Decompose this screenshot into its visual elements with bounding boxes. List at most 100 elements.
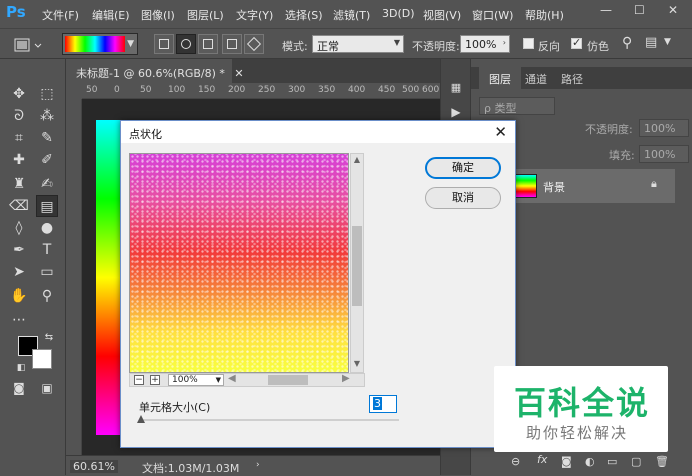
trash-icon[interactable]: 🗑︎: [655, 455, 669, 468]
tab-document[interactable]: 未标题-1 @ 60.6%(RGB/8) * ✕: [66, 59, 244, 83]
gradient-swatch: [65, 36, 125, 52]
gradient-tool-icon: [14, 38, 42, 52]
zoom-tool-icon[interactable]: ⚲: [36, 285, 58, 307]
stamp-tool-icon[interactable]: ♜: [8, 173, 30, 195]
scroll-right-icon[interactable]: ▶: [342, 373, 350, 384]
swap-colors-icon[interactable]: ⇆: [38, 327, 60, 349]
menu-select[interactable]: 选择(S): [285, 7, 323, 23]
tab-paths[interactable]: 路径: [551, 67, 593, 89]
zoom-in-button[interactable]: +: [150, 375, 160, 385]
scroll-down-icon[interactable]: ▼: [352, 359, 362, 371]
type-tool-icon[interactable]: T: [36, 239, 58, 261]
eraser-tool-icon[interactable]: ⌫: [8, 195, 30, 217]
gradient-tool-icon[interactable]: ▤: [36, 195, 58, 217]
ok-button[interactable]: 确定: [425, 157, 501, 179]
close-icon[interactable]: ✕: [494, 123, 507, 141]
healing-brush-icon[interactable]: ✚: [8, 149, 30, 171]
menu-image[interactable]: 图像(I): [141, 7, 175, 23]
horizontal-ruler: 50 0 50 100 150 200 250 300 350 400 450 …: [82, 83, 440, 99]
document-info: 文档:1.03M/1.03M: [142, 462, 240, 475]
chevron-right-icon[interactable]: ›: [256, 460, 260, 470]
move-tool-icon[interactable]: ✥: [8, 83, 30, 105]
dodge-tool-icon[interactable]: ●: [36, 217, 58, 239]
chevron-down-icon[interactable]: ▼: [664, 37, 671, 47]
scroll-thumb[interactable]: [352, 226, 362, 306]
filter-preview[interactable]: [129, 153, 349, 373]
radial-gradient-button[interactable]: [176, 34, 196, 54]
gradient-picker[interactable]: ▼: [62, 33, 138, 55]
horizontal-scroll-thumb[interactable]: [268, 375, 308, 385]
close-icon[interactable]: ✕: [234, 67, 243, 80]
minimize-button[interactable]: —: [600, 3, 612, 17]
menu-help[interactable]: 帮助(H): [525, 7, 564, 23]
eyedropper-icon[interactable]: ✎: [36, 127, 58, 149]
magic-wand-icon[interactable]: ⁂: [36, 105, 58, 127]
new-layer-icon[interactable]: ▢: [631, 455, 641, 468]
reverse-checkbox[interactable]: [523, 38, 534, 49]
linear-gradient-button[interactable]: [154, 34, 174, 54]
cell-size-slider[interactable]: [137, 415, 399, 423]
layer-thumbnail: [515, 174, 537, 198]
quick-mask-icon[interactable]: ◙: [8, 377, 30, 399]
workspace-icon[interactable]: ▤: [645, 35, 657, 50]
menu-type[interactable]: 文字(Y): [236, 7, 273, 23]
panel-tabs: 图层 通道 路径: [471, 67, 692, 89]
menu-layer[interactable]: 图层(L): [187, 7, 224, 23]
layer-filter-select[interactable]: ρ 类型: [479, 97, 555, 115]
reflected-gradient-button[interactable]: [222, 34, 242, 54]
adjustment-icon[interactable]: ◐: [585, 455, 595, 468]
blur-tool-icon[interactable]: ◊: [8, 217, 30, 239]
watermark-title: 百科全说: [514, 384, 651, 422]
zoom-level[interactable]: 60.61%: [70, 460, 118, 473]
dither-checkbox[interactable]: [571, 36, 582, 49]
mask-icon[interactable]: ◙: [561, 455, 572, 468]
fill-input[interactable]: 100%: [639, 145, 689, 163]
menu-file[interactable]: 文件(F): [42, 7, 79, 23]
close-window-button[interactable]: ✕: [668, 3, 678, 17]
cell-size-input[interactable]: 3: [369, 395, 397, 413]
tool-preset-picker[interactable]: [8, 34, 46, 54]
fx-icon[interactable]: fx: [537, 453, 547, 466]
menu-view[interactable]: 视图(V): [423, 7, 461, 23]
opacity-input[interactable]: 100% ›: [460, 35, 510, 53]
brush-tool-icon[interactable]: ✐: [36, 149, 58, 171]
preview-zoom-select[interactable]: 100% ▼: [168, 374, 224, 386]
preview-horizontal-bar: − + 100% ▼ ◀ ▶: [129, 373, 365, 387]
diamond-gradient-button[interactable]: [244, 34, 264, 54]
mode-select[interactable]: 正常 ▼: [312, 35, 404, 53]
menu-edit[interactable]: 编辑(E): [92, 7, 130, 23]
chevron-down-icon: ▼: [127, 39, 134, 49]
search-icon[interactable]: ⚲: [622, 35, 632, 51]
group-icon[interactable]: ▭: [607, 455, 617, 468]
lasso-tool-icon[interactable]: ᘐ: [8, 105, 30, 127]
cell-size-label: 单元格大小(C): [139, 401, 211, 414]
rectangle-tool-icon[interactable]: ▭: [36, 261, 58, 283]
chevron-right-icon: ›: [502, 38, 506, 47]
background-color-swatch[interactable]: [32, 349, 52, 369]
scroll-left-icon[interactable]: ◀: [228, 373, 236, 384]
path-select-icon[interactable]: ➤: [8, 261, 30, 283]
watermark-subtitle: 助你轻松解决: [526, 424, 629, 442]
default-colors-icon[interactable]: ◧: [10, 357, 32, 379]
layer-opacity-input[interactable]: 100%: [639, 119, 689, 137]
preview-vertical-scrollbar[interactable]: ▲ ▼: [350, 153, 364, 373]
cancel-button[interactable]: 取消: [425, 187, 501, 209]
pen-tool-icon[interactable]: ✒: [8, 239, 30, 261]
link-layers-icon[interactable]: ⊖: [511, 455, 520, 468]
maximize-button[interactable]: ☐: [634, 3, 645, 17]
menu-3d[interactable]: 3D(D): [382, 7, 415, 20]
menu-filter[interactable]: 滤镜(T): [333, 7, 370, 23]
reverse-label: 反向: [538, 40, 560, 53]
scroll-up-icon[interactable]: ▲: [352, 155, 362, 167]
marquee-tool-icon[interactable]: ⬚: [36, 83, 58, 105]
crop-tool-icon[interactable]: ⌗: [8, 127, 30, 149]
slider-knob[interactable]: [137, 415, 145, 423]
hand-tool-icon[interactable]: ✋: [8, 285, 30, 307]
menu-window[interactable]: 窗口(W): [472, 7, 513, 23]
screen-mode-icon[interactable]: ▣: [36, 377, 58, 399]
angle-gradient-button[interactable]: [198, 34, 218, 54]
zoom-out-button[interactable]: −: [134, 375, 144, 385]
history-brush-icon[interactable]: ✍: [36, 173, 58, 195]
history-panel-icon[interactable]: ▦: [445, 77, 467, 99]
more-tools-icon[interactable]: ⋯: [8, 309, 30, 331]
